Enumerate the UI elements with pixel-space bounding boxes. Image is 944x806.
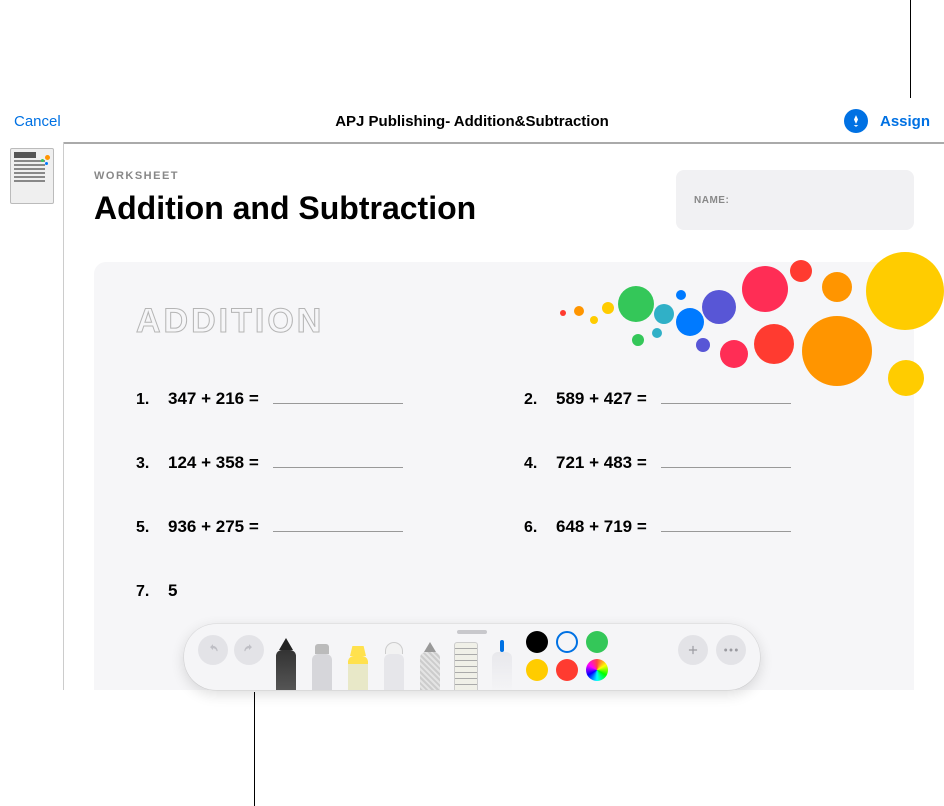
markup-icon [849, 114, 863, 128]
redo-button[interactable] [234, 635, 264, 665]
color-green[interactable] [586, 631, 608, 653]
cancel-button[interactable]: Cancel [14, 113, 61, 130]
problem-number: 5. [136, 519, 154, 537]
callout-line-assign [910, 0, 911, 98]
undo-button[interactable] [198, 635, 228, 665]
document-page: WORKSHEET Addition and Subtraction NAME:… [94, 170, 914, 690]
callout-line-toolbar [254, 692, 255, 806]
ruler-tool[interactable] [450, 638, 482, 690]
problem-row: 5. 936 + 275 = [136, 517, 484, 537]
header-bar: Cancel APJ Publishing- Addition&Subtract… [0, 100, 944, 142]
problem-number: 1. [136, 391, 154, 409]
problem-row: 3. 124 + 358 = [136, 453, 484, 473]
more-button[interactable] [716, 635, 746, 665]
eraser-tool[interactable] [378, 638, 410, 690]
toolbar-grabber[interactable] [457, 630, 487, 634]
decorative-bubbles [444, 252, 944, 422]
name-field-box: NAME: [676, 170, 914, 230]
add-button[interactable] [678, 635, 708, 665]
problem-number: 7. [136, 583, 154, 601]
document-title: APJ Publishing- Addition&Subtraction [335, 113, 609, 130]
problem-row: 7.5 [136, 581, 484, 601]
pencil-tool[interactable] [414, 638, 446, 690]
redo-icon [241, 643, 257, 657]
markup-toolbar[interactable] [184, 624, 760, 690]
document-viewport[interactable]: WORKSHEET Addition and Subtraction NAME:… [64, 142, 944, 690]
problem-number: 6. [524, 519, 542, 537]
color-blue-selected[interactable] [556, 631, 578, 653]
toolbar-history [184, 624, 264, 690]
problem-number: 3. [136, 455, 154, 473]
answer-blank[interactable] [661, 518, 791, 532]
name-label: NAME: [694, 195, 729, 206]
color-yellow[interactable] [526, 659, 548, 681]
highlighter-tool[interactable] [342, 638, 374, 690]
assign-button[interactable]: Assign [880, 113, 930, 130]
header-actions: Assign [844, 109, 930, 133]
lasso-tool[interactable] [486, 638, 518, 690]
problem-row: 1. 347 + 216 = [136, 389, 484, 409]
problem-expression: 721 + 483 = [556, 453, 647, 473]
color-picker[interactable] [586, 659, 608, 681]
thumbnail-rail [0, 142, 64, 690]
toolbar-extras [678, 624, 760, 690]
page-thumbnail-1[interactable] [10, 148, 54, 204]
answer-blank[interactable] [273, 390, 403, 404]
problem-row: 6. 648 + 719 = [524, 517, 872, 537]
markup-badge[interactable] [844, 109, 868, 133]
plus-icon [686, 643, 700, 657]
problem-row: 4. 721 + 483 = [524, 453, 872, 473]
problem-expression: 936 + 275 = [168, 517, 259, 537]
color-black[interactable] [526, 631, 548, 653]
problem-expression: 347 + 216 = [168, 389, 259, 409]
app-window: Cancel APJ Publishing- Addition&Subtract… [0, 100, 944, 690]
problem-expression: 5 [168, 581, 177, 601]
problem-expression: 648 + 719 = [556, 517, 647, 537]
answer-blank[interactable] [273, 518, 403, 532]
answer-blank[interactable] [273, 454, 403, 468]
problem-expression: 124 + 358 = [168, 453, 259, 473]
marker-tool[interactable] [306, 638, 338, 690]
answer-blank[interactable] [661, 454, 791, 468]
more-icon [723, 648, 739, 652]
color-swatches [518, 624, 628, 690]
undo-icon [205, 643, 221, 657]
problem-number: 4. [524, 455, 542, 473]
color-red[interactable] [556, 659, 578, 681]
pen-tool[interactable] [270, 638, 302, 690]
